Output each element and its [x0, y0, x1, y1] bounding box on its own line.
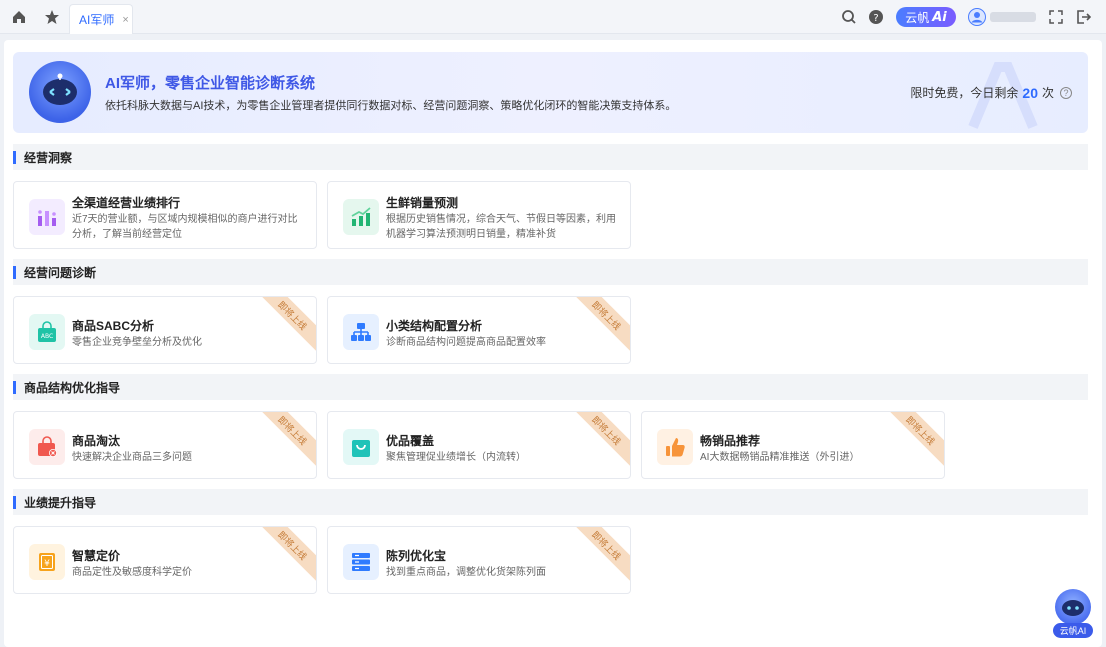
bar-chart-icon [29, 199, 65, 235]
avatar-icon[interactable] [967, 7, 987, 27]
home-icon[interactable] [9, 7, 29, 27]
user-name-masked [990, 12, 1036, 22]
card-description: 快速解决企业商品三多问题 [72, 452, 192, 463]
abc-bag-icon: ABC [29, 314, 65, 350]
section-header: 商品结构优化指导 [13, 374, 1088, 400]
robot-avatar-icon [29, 61, 91, 123]
robot-avatar-icon [1055, 589, 1091, 625]
shopping-bag-icon [343, 429, 379, 465]
ribbon-text: 即将上线 [590, 299, 623, 332]
section-title: 经营问题诊断 [24, 265, 97, 280]
card-description: 根据历史销售情况，综合天气、节假日等因素，利用机器学习算法预测明日销量，精准补货 [386, 214, 616, 240]
ai-pill-text: 云帆 [905, 10, 930, 25]
feature-card[interactable]: 小类结构配置分析 诊断商品结构问题提高商品配置效率 即将上线 [327, 296, 631, 364]
ribbon-text: 即将上线 [590, 414, 623, 447]
feature-card[interactable]: 全渠道经营业绩排行 近7天的营业额，与区域内规模相似的商户进行对比分析，了解当前… [13, 181, 317, 249]
card-description: 商品定性及敏感度科学定价 [72, 567, 192, 578]
feature-card[interactable]: 陈列优化宝 找到重点商品，调整优化货架陈列面 即将上线 [327, 526, 631, 594]
quota-prefix: 限时免费，今日剩余 [910, 86, 1019, 100]
section-header: 经营问题诊断 [13, 259, 1088, 285]
fullscreen-icon[interactable] [1046, 7, 1066, 27]
search-icon[interactable] [839, 7, 859, 27]
ribbon-text: 即将上线 [904, 414, 937, 447]
floating-ai-label: 云帆AI [1053, 623, 1093, 638]
card-title: 畅销品推荐 [700, 434, 761, 448]
thumbs-up-icon [657, 429, 693, 465]
star-icon[interactable] [42, 7, 62, 27]
ribbon-text: 即将上线 [276, 529, 309, 562]
section-title: 经营洞察 [24, 150, 73, 165]
card-title: 陈列优化宝 [386, 549, 447, 563]
card-title: 小类结构配置分析 [386, 319, 483, 333]
card-title: 生鲜销量预测 [386, 196, 459, 210]
quota-suffix: 次 [1041, 86, 1054, 100]
card-description: 找到重点商品，调整优化货架陈列面 [386, 567, 546, 578]
card-title: 全渠道经营业绩排行 [72, 196, 181, 210]
card-description: 诊断商品结构问题提高商品配置效率 [386, 337, 546, 348]
ribbon-text: 即将上线 [276, 414, 309, 447]
usage-quota: 限时免费，今日剩余 20 次 ? [910, 84, 1072, 101]
ribbon-text: 即将上线 [276, 299, 309, 332]
bag-remove-icon [29, 429, 65, 465]
hierarchy-icon [343, 314, 379, 350]
card-title: 智慧定价 [72, 549, 121, 563]
intro-banner: AI军师，零售企业智能诊断系统 依托科脉大数据与AI技术，为零售企业管理者提供同… [13, 52, 1088, 133]
feature-card[interactable]: 畅销品推荐 AI大数据畅销品精准推送（外引进） 即将上线 [641, 411, 945, 479]
logout-icon[interactable] [1073, 7, 1093, 27]
tab-ai-advisor[interactable]: AI军师 × [69, 4, 133, 34]
section-header: 业绩提升指导 [13, 489, 1088, 515]
card-description: 聚焦管理促业绩增长（内流转） [386, 452, 526, 463]
quota-help-icon[interactable]: ? [1060, 86, 1072, 99]
card-title: 商品SABC分析 [72, 319, 155, 333]
card-description: AI大数据畅销品精准推送（外引进） [700, 452, 860, 463]
tab-close-icon[interactable]: × [122, 14, 128, 26]
server-rack-icon [343, 544, 379, 580]
card-title: 优品覆盖 [386, 434, 435, 448]
card-description: 零售企业竞争壁垒分析及优化 [72, 337, 202, 348]
svg-text:ABC: ABC [41, 333, 53, 340]
feature-card[interactable]: 商品淘汰 快速解决企业商品三多问题 即将上线 [13, 411, 317, 479]
main-panel: AI军师，零售企业智能诊断系统 依托科脉大数据与AI技术，为零售企业管理者提供同… [4, 40, 1102, 647]
feature-card[interactable]: ABC 商品SABC分析 零售企业竞争壁垒分析及优化 即将上线 [13, 296, 317, 364]
price-tag-icon: ¥ [29, 544, 65, 580]
feature-card[interactable]: ¥ 智慧定价 商品定性及敏感度科学定价 即将上线 [13, 526, 317, 594]
section-title: 业绩提升指导 [24, 495, 97, 510]
top-bar: AI军师 × ? 云帆 Ai [0, 0, 1106, 34]
ai-pill-mark: Ai [932, 9, 947, 25]
page-description: 依托科脉大数据与AI技术，为零售企业管理者提供同行数据对标、经营问题洞察、策略优… [105, 100, 677, 112]
yunfan-ai-button[interactable]: 云帆 Ai [896, 7, 956, 27]
help-icon[interactable]: ? [866, 7, 886, 27]
svg-text:?: ? [873, 13, 878, 24]
svg-text:¥: ¥ [44, 559, 50, 569]
card-description: 近7天的营业额，与区域内规模相似的商户进行对比分析，了解当前经营定位 [72, 214, 298, 240]
trend-chart-icon [343, 199, 379, 235]
quota-remaining: 20 [1022, 84, 1038, 101]
feature-card[interactable]: 生鲜销量预测 根据历史销售情况，综合天气、节假日等因素，利用机器学习算法预测明日… [327, 181, 631, 249]
card-title: 商品淘汰 [72, 434, 121, 448]
ribbon-text: 即将上线 [590, 529, 623, 562]
tab-label: AI军师 [79, 13, 115, 27]
floating-ai-assistant[interactable]: 云帆AI [1053, 589, 1093, 641]
feature-card[interactable]: 优品覆盖 聚焦管理促业绩增长（内流转） 即将上线 [327, 411, 631, 479]
section-title: 商品结构优化指导 [24, 380, 121, 395]
section-header: 经营洞察 [13, 144, 1088, 170]
page-title: AI军师，零售企业智能诊断系统 [105, 75, 316, 92]
